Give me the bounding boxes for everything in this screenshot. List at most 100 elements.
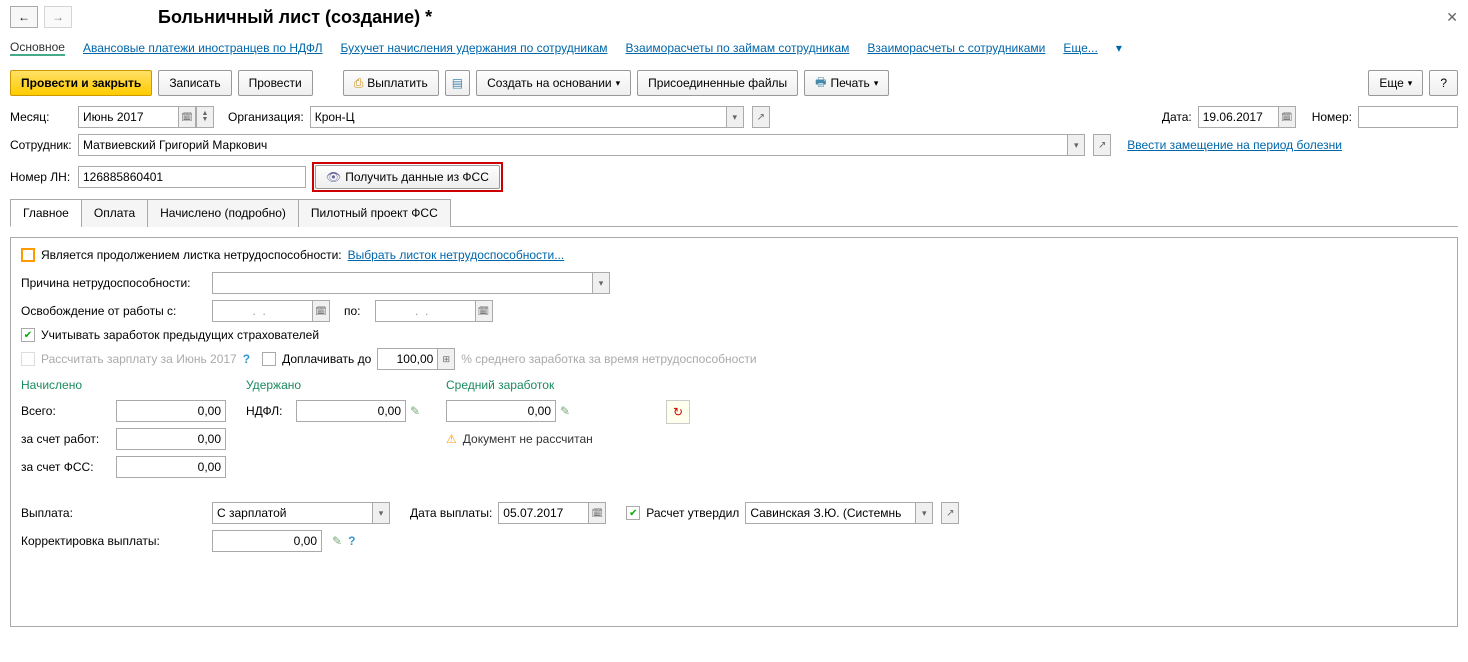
link-loans[interactable]: Взаиморасчеты по займам сотрудникам — [626, 41, 850, 55]
print-button[interactable]: 🖶 Печать ▾ — [804, 70, 889, 96]
calendar-icon[interactable]: 🗓 — [178, 106, 196, 128]
dropdown-icon[interactable]: ▾ — [592, 272, 610, 294]
help-icon[interactable]: ? — [243, 352, 250, 366]
correction-input[interactable] — [212, 530, 322, 552]
total-label: Всего: — [21, 404, 116, 418]
payout-label: Выплата: — [21, 506, 206, 520]
accrued-title: Начислено — [21, 378, 226, 392]
reason-input[interactable] — [212, 272, 592, 294]
release-label: Освобождение от работы с: — [21, 304, 206, 318]
ndfl-input[interactable] — [296, 400, 406, 422]
continuation-checkbox[interactable] — [21, 248, 35, 262]
avg-earning-input[interactable] — [446, 400, 556, 422]
open-icon[interactable]: ↗ — [752, 106, 770, 128]
tab-payment[interactable]: Оплата — [81, 199, 148, 227]
release-to-input[interactable] — [375, 300, 475, 322]
date-label: Дата: — [1162, 110, 1192, 124]
fss-input[interactable] — [116, 456, 226, 478]
approver-input[interactable] — [745, 502, 915, 524]
addpay-label: Доплачивать до — [282, 352, 371, 366]
calendar-icon[interactable]: 🗓 — [475, 300, 493, 322]
continuation-label: Является продолжением листка нетрудоспос… — [41, 248, 342, 262]
employee-input[interactable] — [78, 134, 1067, 156]
link-more[interactable]: Еще... — [1063, 41, 1097, 55]
release-to-label: по: — [344, 304, 361, 318]
link-advance[interactable]: Авансовые платежи иностранцев по НДФЛ — [83, 41, 322, 55]
section-links: Основное Авансовые платежи иностранцев п… — [10, 36, 1458, 60]
approved-label: Расчет утвердил — [646, 506, 739, 520]
dropdown-icon[interactable]: ▾ — [1067, 134, 1085, 156]
spinner-icon[interactable]: ▲▼ — [196, 106, 214, 128]
pay-button[interactable]: ⎙Выплатить — [343, 70, 439, 96]
employee-label: Сотрудник: — [10, 138, 72, 152]
tab-main-section[interactable]: Основное — [10, 40, 65, 56]
close-icon[interactable]: ✕ — [1446, 9, 1458, 26]
date-input[interactable] — [1198, 106, 1278, 128]
create-based-button[interactable]: Создать на основании ▾ — [476, 70, 631, 96]
post-close-button[interactable]: Провести и закрыть — [10, 70, 152, 96]
get-fss-data-button[interactable]: 👁Получить данные из ФСС — [315, 165, 500, 189]
edit-icon[interactable]: ✎ — [560, 404, 570, 418]
employer-label: за счет работ: — [21, 432, 116, 446]
org-input[interactable] — [310, 106, 726, 128]
deducted-title: Удержано — [246, 378, 426, 392]
help-icon[interactable]: ? — [348, 534, 355, 548]
attached-files-button[interactable]: Присоединенные файлы — [637, 70, 798, 96]
ln-input[interactable] — [78, 166, 306, 188]
calc-salary-checkbox — [21, 352, 35, 366]
open-icon[interactable]: ↗ — [941, 502, 959, 524]
prev-insurers-checkbox[interactable]: ✔ — [21, 328, 35, 342]
forward-button[interactable]: → — [44, 6, 72, 28]
dropdown-icon[interactable]: ▾ — [372, 502, 390, 524]
dropdown-icon[interactable]: ▾ — [915, 502, 933, 524]
addpay-input[interactable] — [377, 348, 437, 370]
calendar-icon[interactable]: 🗓 — [588, 502, 606, 524]
calc-salary-label: Рассчитать зарплату за Июнь 2017 — [41, 352, 237, 366]
reason-label: Причина нетрудоспособности: — [21, 276, 206, 290]
payout-input[interactable] — [212, 502, 372, 524]
page-title: Больничный лист (создание) * — [158, 7, 432, 28]
ln-label: Номер ЛН: — [10, 170, 72, 184]
edit-icon[interactable]: ✎ — [410, 404, 420, 418]
month-input[interactable] — [78, 106, 178, 128]
warning-row: ⚠Документ не рассчитан — [446, 432, 646, 446]
link-settlements[interactable]: Взаиморасчеты с сотрудниками — [867, 41, 1045, 55]
fss-button-highlight: 👁Получить данные из ФСС — [312, 162, 503, 192]
post-button[interactable]: Провести — [238, 70, 313, 96]
open-icon[interactable]: ↗ — [1093, 134, 1111, 156]
avg-earning-title: Средний заработок — [446, 378, 646, 392]
org-label: Организация: — [228, 110, 304, 124]
more-button[interactable]: Еще ▾ — [1368, 70, 1423, 96]
calendar-icon[interactable]: 🗓 — [1278, 106, 1296, 128]
tab-pilot[interactable]: Пилотный проект ФСС — [298, 199, 451, 227]
tab-accrued[interactable]: Начислено (подробно) — [147, 199, 299, 227]
calc-icon[interactable]: ⊞ — [437, 348, 455, 370]
addpay-suffix: % среднего заработка за время нетрудоспо… — [461, 352, 756, 366]
substitution-link[interactable]: Ввести замещение на период болезни — [1127, 138, 1342, 152]
help-button[interactable]: ? — [1429, 70, 1458, 96]
approved-checkbox[interactable]: ✔ — [626, 506, 640, 520]
dropdown-icon[interactable]: ▾ — [726, 106, 744, 128]
warning-icon: ⚠ — [446, 432, 457, 446]
calendar-icon[interactable]: 🗓 — [312, 300, 330, 322]
link-accounting[interactable]: Бухучет начисления удержания по сотрудни… — [340, 41, 607, 55]
payout-date-input[interactable] — [498, 502, 588, 524]
month-label: Месяц: — [10, 110, 72, 124]
month-field: 🗓 ▲▼ — [78, 106, 214, 128]
employer-input[interactable] — [116, 428, 226, 450]
addpay-checkbox[interactable] — [262, 352, 276, 366]
edit-icon[interactable]: ✎ — [332, 534, 342, 548]
release-from-input[interactable] — [212, 300, 312, 322]
back-button[interactable]: ← — [10, 6, 38, 28]
fss-label: за счет ФСС: — [21, 460, 116, 474]
ndfl-label: НДФЛ: — [246, 404, 296, 418]
number-input[interactable] — [1358, 106, 1458, 128]
select-sheet-link[interactable]: Выбрать листок нетрудоспособности... — [348, 248, 565, 262]
list-button[interactable]: ▤ — [445, 70, 470, 96]
number-label: Номер: — [1312, 110, 1352, 124]
tab-main[interactable]: Главное — [10, 199, 82, 227]
save-button[interactable]: Записать — [158, 70, 231, 96]
total-input[interactable] — [116, 400, 226, 422]
refresh-button[interactable]: ↻ — [666, 400, 690, 424]
prev-insurers-label: Учитывать заработок предыдущих страховат… — [41, 328, 319, 342]
